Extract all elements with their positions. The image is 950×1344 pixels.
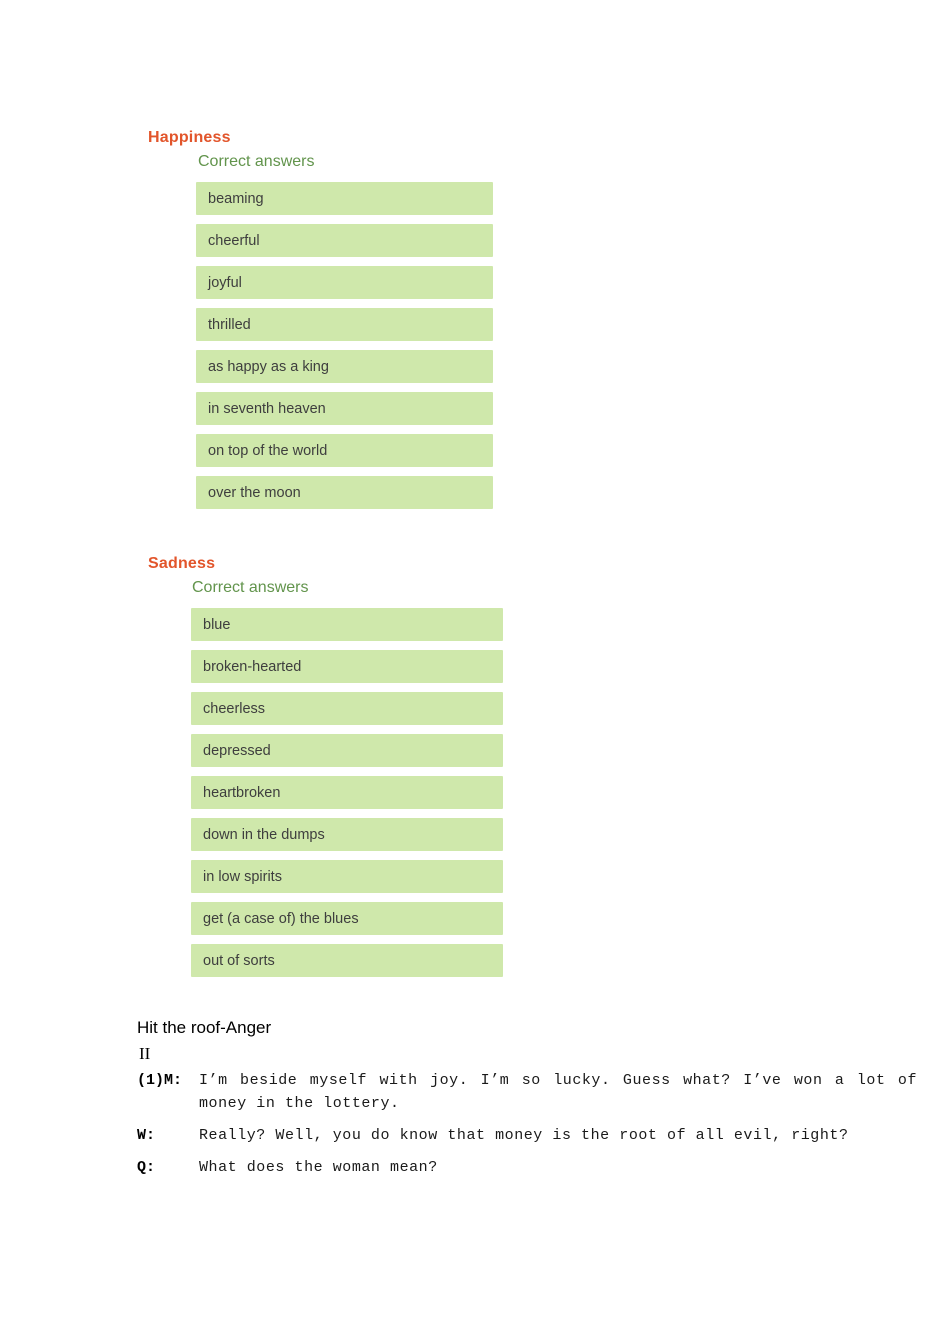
transcript-heading: Hit the roof-Anger (137, 1018, 272, 1037)
answer-item: cheerless (191, 692, 503, 725)
answer-item: as happy as a king (196, 350, 493, 383)
answer-item: broken-hearted (191, 650, 503, 683)
answer-item: cheerful (196, 224, 493, 257)
correct-answers-label-sadness: Correct answers (192, 579, 309, 596)
dialog-speaker: W: (137, 1127, 156, 1144)
answer-group-sadness: Sadness Correct answers blue broken-hear… (148, 554, 503, 986)
group-title-happiness: Happiness (148, 129, 231, 146)
answer-item: depressed (191, 734, 503, 767)
answer-item: heartbroken (191, 776, 503, 809)
correct-answers-label-happiness: Correct answers (198, 153, 315, 170)
dialog-row: (1)M: I’m beside myself with joy. I’m so… (137, 1069, 927, 1115)
dialog-row: Q: What does the woman mean? (137, 1156, 927, 1179)
answer-item: down in the dumps (191, 818, 503, 851)
section-numeral: II (139, 1044, 151, 1063)
answer-item: out of sorts (191, 944, 503, 977)
answer-item: thrilled (196, 308, 493, 341)
dialog-speaker: Q: (137, 1159, 156, 1176)
answer-list-sadness: blue broken-hearted cheerless depressed … (148, 608, 503, 977)
answer-list-happiness: beaming cheerful joyful thrilled as happ… (148, 182, 493, 509)
dialog-utterance: Really? Well, you do know that money is … (199, 1127, 849, 1144)
dialog-speaker: (1)M: (137, 1072, 183, 1089)
document-page: Happiness Correct answers beaming cheerf… (0, 0, 950, 1344)
answer-item: in low spirits (191, 860, 503, 893)
answer-item: beaming (196, 182, 493, 215)
transcript-section: Hit the roof-Anger II (1)M: I’m beside m… (137, 1016, 927, 1188)
answer-group-happiness: Happiness Correct answers beaming cheerf… (148, 128, 493, 518)
group-title-sadness: Sadness (148, 555, 216, 572)
answer-item: on top of the world (196, 434, 493, 467)
dialog-row: W: Really? Well, you do know that money … (137, 1124, 927, 1147)
dialog-lines: (1)M: I’m beside myself with joy. I’m so… (137, 1069, 927, 1179)
dialog-utterance: I’m beside myself with joy. I’m so lucky… (199, 1072, 917, 1112)
answer-item: get (a case of) the blues (191, 902, 503, 935)
answer-item: over the moon (196, 476, 493, 509)
answer-item: blue (191, 608, 503, 641)
dialog-utterance: What does the woman mean? (199, 1159, 438, 1176)
answer-item: in seventh heaven (196, 392, 493, 425)
answer-item: joyful (196, 266, 493, 299)
